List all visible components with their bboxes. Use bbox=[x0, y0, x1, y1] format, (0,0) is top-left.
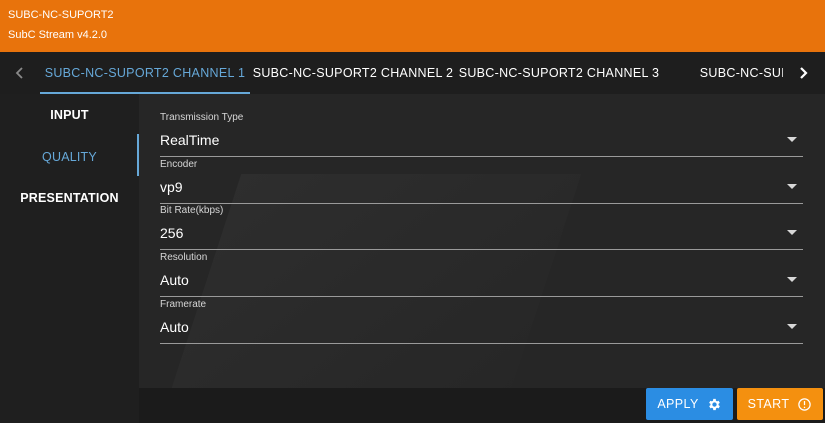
power-icon bbox=[798, 397, 812, 411]
caret-down-icon bbox=[787, 184, 797, 189]
caret-down-icon bbox=[787, 324, 797, 329]
chevron-right-icon bbox=[800, 67, 808, 79]
field-value: RealTime bbox=[160, 132, 220, 148]
gear-icon bbox=[708, 398, 720, 410]
field-label: Resolution bbox=[160, 252, 208, 263]
caret-down-icon bbox=[787, 137, 797, 142]
apply-button[interactable]: APPLY bbox=[646, 388, 733, 420]
start-button-label: START bbox=[747, 397, 790, 411]
tab-scroll-left-button[interactable] bbox=[0, 52, 40, 94]
encoder-select[interactable]: Encoder vp9 bbox=[160, 159, 803, 204]
chevron-left-icon bbox=[15, 67, 23, 79]
tabs-viewport: SUBC-NC-SUPORT2 CHANNEL 1 SUBC-NC-SUPORT… bbox=[40, 52, 783, 94]
tab-channel-1[interactable]: SUBC-NC-SUPORT2 CHANNEL 1 bbox=[40, 52, 250, 94]
sidebar-item-input[interactable]: INPUT bbox=[0, 108, 139, 122]
tab-channel-2[interactable]: SUBC-NC-SUPORT2 CHANNEL 2 bbox=[250, 52, 456, 94]
field-value: 256 bbox=[160, 225, 184, 241]
field-label: Bit Rate(kbps) bbox=[160, 205, 224, 216]
channel-tab-bar: SUBC-NC-SUPORT2 CHANNEL 1 SUBC-NC-SUPORT… bbox=[0, 52, 825, 94]
apply-button-label: APPLY bbox=[657, 397, 699, 411]
settings-sidebar: INPUT QUALITY PRESENTATION bbox=[0, 94, 139, 423]
resolution-select[interactable]: Resolution Auto bbox=[160, 252, 803, 297]
tab-channel-3[interactable]: SUBC-NC-SUPORT2 CHANNEL 3 bbox=[456, 52, 662, 94]
bit-rate-select[interactable]: Bit Rate(kbps) 256 bbox=[160, 205, 803, 250]
field-label: Encoder bbox=[160, 159, 198, 170]
framerate-select[interactable]: Framerate Auto bbox=[160, 299, 803, 344]
app-header: SUBC-NC-SUPORT2 SubC Stream v4.2.0 bbox=[0, 0, 825, 52]
sidebar-item-quality[interactable]: QUALITY bbox=[0, 150, 139, 164]
app-version: SubC Stream v4.2.0 bbox=[8, 29, 108, 41]
sidebar-item-presentation[interactable]: PRESENTATION bbox=[0, 191, 139, 205]
field-label: Framerate bbox=[160, 299, 207, 310]
quality-settings-panel: Transmission Type RealTime Encoder vp9 B… bbox=[139, 94, 825, 388]
caret-down-icon bbox=[787, 277, 797, 282]
device-name: SUBC-NC-SUPORT2 bbox=[8, 9, 114, 21]
transmission-type-select[interactable]: Transmission Type RealTime bbox=[160, 112, 803, 157]
field-label: Transmission Type bbox=[160, 112, 244, 123]
field-value: Auto bbox=[160, 272, 189, 288]
field-value: Auto bbox=[160, 319, 189, 335]
start-button[interactable]: START bbox=[737, 388, 823, 420]
tab-scroll-right-button[interactable] bbox=[783, 52, 823, 94]
caret-down-icon bbox=[787, 230, 797, 235]
field-value: vp9 bbox=[160, 179, 183, 195]
tab-channel-4[interactable]: SUBC-NC-SUPORT2 bbox=[662, 52, 783, 94]
